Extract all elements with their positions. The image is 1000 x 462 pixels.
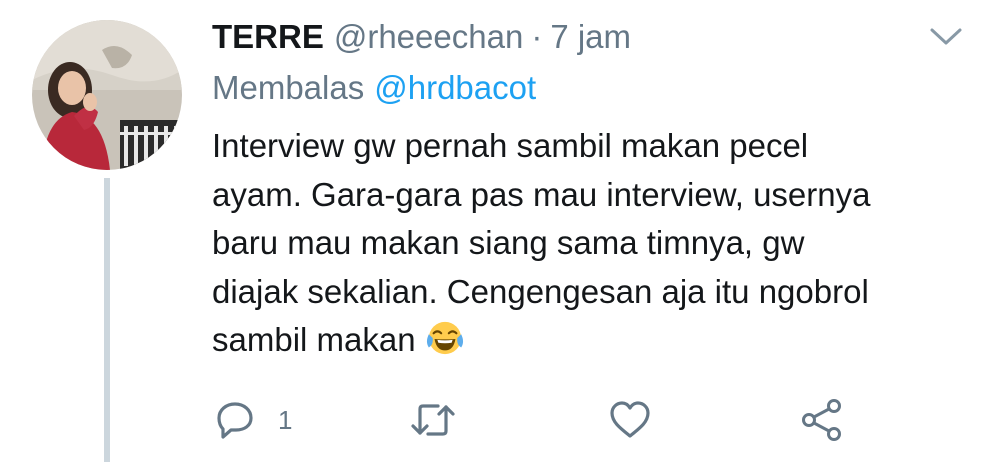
like-button[interactable] bbox=[608, 398, 652, 442]
tweet-text: Interview gw pernah sambil makan pecel a… bbox=[212, 122, 972, 365]
reply-button[interactable]: 1 bbox=[214, 398, 292, 442]
share-button[interactable] bbox=[800, 398, 846, 442]
tweet[interactable]: TERRE @rheeechan · 7 jam Membalas @hrdbac… bbox=[0, 0, 1000, 462]
face-with-tears-of-joy-icon bbox=[426, 321, 463, 355]
reply-mention-link[interactable]: @hrdbacot bbox=[374, 69, 536, 106]
retweet-icon bbox=[411, 404, 455, 436]
avatar[interactable] bbox=[32, 20, 182, 170]
share-icon bbox=[802, 399, 841, 441]
avatar-photo bbox=[32, 20, 182, 170]
tweet-text-line-last: sambil makan bbox=[212, 316, 972, 365]
more-options-button[interactable] bbox=[928, 22, 964, 50]
retweet-button[interactable] bbox=[410, 398, 456, 442]
chevron-down-icon bbox=[930, 28, 962, 45]
reply-count: 1 bbox=[278, 404, 293, 435]
tweet-text-line: ayam. Gara-gara pas mau interview, usern… bbox=[212, 175, 871, 213]
tweet-actions: 1 bbox=[0, 392, 1000, 448]
reply-context: Membalas @hrdbacot bbox=[212, 64, 536, 112]
reply-icon bbox=[217, 402, 253, 439]
tweet-text-line: baru mau makan siang sama timnya, gw bbox=[212, 224, 805, 261]
reply-label: Membalas bbox=[212, 69, 365, 106]
tweet-text-line: diajak sekalian. Cengengesan aja itu ngo… bbox=[212, 272, 869, 310]
user-handle[interactable]: @rheeechan bbox=[334, 12, 523, 62]
display-name[interactable]: TERRE bbox=[212, 12, 324, 62]
heart-icon bbox=[610, 401, 650, 438]
tweet-text-line: sambil makan bbox=[212, 321, 416, 358]
timestamp[interactable]: 7 jam bbox=[550, 12, 631, 62]
tweet-text-line: Interview gw pernah sambil makan pecel bbox=[212, 127, 809, 164]
tweet-header: TERRE @rheeechan · 7 jam bbox=[212, 12, 631, 62]
separator-dot: · bbox=[531, 18, 543, 55]
